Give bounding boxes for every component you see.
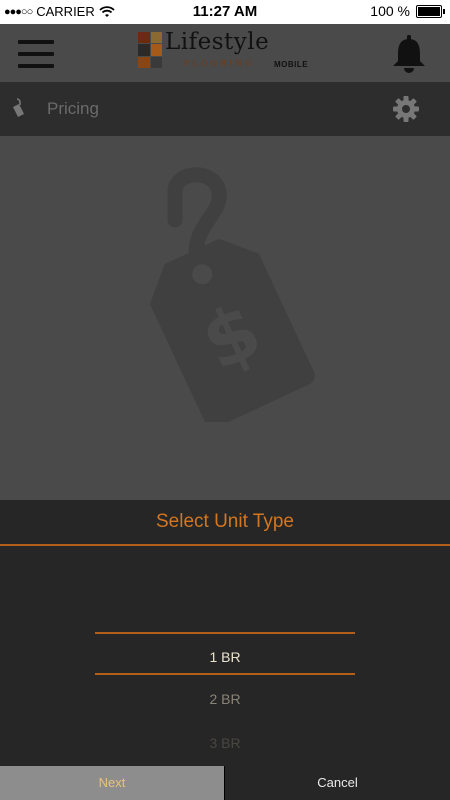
picker-title: Select Unit Type (155, 511, 294, 532)
hero-area: $ (0, 136, 450, 500)
battery-percent: 100 % (370, 3, 410, 19)
section-bar: Pricing (0, 82, 450, 136)
logo-subtitle: FLOORING (184, 59, 255, 68)
app-logo: Lifestyle FLOORING MOBILE (138, 29, 318, 77)
picker-option-2br[interactable]: 2 BR (0, 691, 450, 707)
unit-type-picker[interactable]: 1 BR 2 BR 3 BR (0, 546, 450, 766)
logo-mark-icon (138, 32, 162, 68)
logo-title: Lifestyle (165, 29, 270, 55)
app-header: Lifestyle FLOORING MOBILE (0, 24, 450, 82)
dollar-price-tag-icon: $ (149, 167, 315, 422)
gear-icon[interactable] (392, 95, 420, 123)
status-bar: ●●●○○ CARRIER 11:27 AM 100 % (0, 0, 450, 24)
picker-header: Select Unit Type (0, 500, 450, 546)
picker-option-1br[interactable]: 1 BR (0, 649, 450, 665)
battery-icon (416, 4, 445, 18)
logo-mobile-tag: MOBILE (274, 60, 309, 69)
section-title: Pricing (47, 99, 99, 118)
picker-selection-top-line (95, 632, 355, 634)
picker-selection-bottom-line (95, 673, 355, 675)
next-button[interactable]: Next (0, 766, 224, 800)
bell-icon[interactable] (390, 34, 428, 74)
hamburger-menu-icon[interactable] (18, 40, 54, 68)
picker-option-3br[interactable]: 3 BR (0, 735, 450, 751)
price-tag-icon (13, 98, 24, 117)
cancel-button[interactable]: Cancel (225, 766, 450, 800)
